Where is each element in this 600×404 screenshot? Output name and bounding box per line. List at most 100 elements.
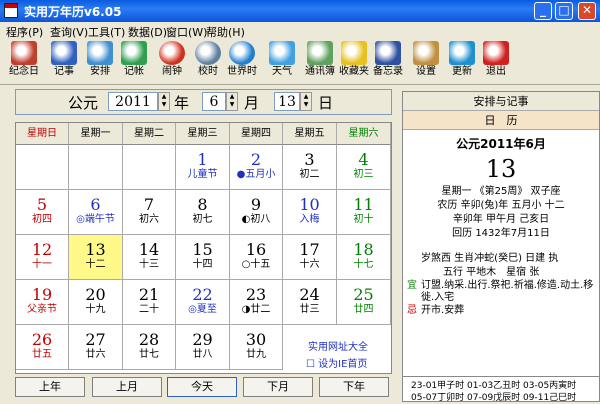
- lunar-label: 廿五: [32, 349, 52, 360]
- day-input[interactable]: 13: [274, 92, 300, 111]
- day-number: 15: [192, 240, 213, 259]
- exit-icon: [483, 41, 509, 65]
- day-cell[interactable]: 27 廿六: [69, 325, 123, 370]
- year-spinner[interactable]: ▲ ▼: [158, 92, 170, 111]
- lunar-label: 二十: [139, 304, 159, 315]
- day-cell[interactable]: 16 ○十五: [230, 235, 283, 280]
- day-cell[interactable]: 1 儿童节: [176, 145, 230, 190]
- day-number: 8: [197, 195, 208, 214]
- day-cell[interactable]: 21 二十: [123, 280, 176, 325]
- settings-icon: [413, 41, 439, 65]
- day-cell[interactable]: 3 初二: [283, 145, 337, 190]
- day-number: 22: [192, 285, 213, 304]
- day-number: 9: [250, 195, 262, 214]
- toolbar-globe-button[interactable]: 世界时: [222, 41, 262, 83]
- day-cell[interactable]: 26 廿五: [16, 325, 69, 370]
- weekday-header: 星期日: [16, 123, 69, 145]
- day-cell[interactable]: 18 十七: [337, 235, 391, 280]
- day-spinner[interactable]: ▲ ▼: [300, 92, 312, 111]
- lunar-label: ◎夏至: [188, 304, 217, 315]
- menu-window[interactable]: 窗口(W): [166, 24, 207, 40]
- day-cell[interactable]: 17 十六: [283, 235, 337, 280]
- tab-calendar[interactable]: 日 历: [403, 111, 599, 130]
- detail-weekday-line: 星期一 《第25周》 双子座: [441, 186, 561, 197]
- detail-ji: 开市.安葬: [421, 305, 465, 316]
- day-cell[interactable]: 19 父亲节: [16, 280, 69, 325]
- day-cell[interactable]: 6 ◎端午节: [69, 190, 123, 235]
- menu-program[interactable]: 程序(P): [6, 24, 43, 40]
- next-month-button[interactable]: 下月: [243, 377, 313, 397]
- day-cell[interactable]: 5 初四: [16, 190, 69, 235]
- day-cell[interactable]: 2 ●五月小: [230, 145, 283, 190]
- day-cell[interactable]: 20 十九: [69, 280, 123, 325]
- menu-tools[interactable]: 工具(T): [88, 24, 125, 40]
- day-cell[interactable]: 4 初三: [337, 145, 391, 190]
- maximize-button[interactable]: □: [555, 2, 573, 20]
- toolbar-label: 退出: [486, 66, 506, 77]
- day-cell[interactable]: 15 十四: [176, 235, 230, 280]
- alarm-clock-icon: [159, 41, 185, 65]
- menu-help[interactable]: 帮助(H): [206, 24, 245, 40]
- toolbar-memo-button[interactable]: 备忘录: [368, 41, 408, 83]
- toolbar-alarm-clock-button[interactable]: 闹钟: [152, 41, 192, 83]
- era-label: 公元: [68, 94, 99, 112]
- day-number: 24: [299, 285, 320, 304]
- day-cell[interactable]: 11 初十: [337, 190, 391, 235]
- year-input[interactable]: 2011: [108, 92, 158, 111]
- day-cell[interactable]: 12 十一: [16, 235, 69, 280]
- detail-heading: 公元2011年6月: [456, 137, 546, 151]
- toolbar-anniversary-button[interactable]: 纪念日: [4, 41, 44, 83]
- day-cell[interactable]: 8 初七: [176, 190, 230, 235]
- minimize-button[interactable]: _: [534, 2, 552, 20]
- year-unit-label: 年: [174, 94, 190, 112]
- notebook-icon: [51, 41, 77, 65]
- menu-data[interactable]: 数据(D): [128, 24, 167, 40]
- ledger-icon: [121, 41, 147, 65]
- detail-day-number: 13: [485, 155, 517, 183]
- day-cell[interactable]: 9 ◐初八: [230, 190, 283, 235]
- day-cell[interactable]: 24 廿三: [283, 280, 337, 325]
- day-number: 7: [143, 195, 155, 214]
- empty-day-cell: [337, 325, 391, 370]
- lunar-label: ◑廿二: [241, 304, 271, 315]
- lunar-label: ◎端午节: [76, 214, 115, 225]
- next-year-button[interactable]: 下年: [319, 377, 389, 397]
- today-button[interactable]: 今天: [167, 377, 237, 397]
- weekday-header: 星期五: [283, 123, 337, 145]
- month-spinner[interactable]: ▲ ▼: [226, 92, 238, 111]
- lunar-label: 初六: [139, 214, 159, 225]
- day-cell[interactable]: 7 初六: [123, 190, 176, 235]
- lunar-label: 廿四: [353, 304, 374, 315]
- month-input[interactable]: 6: [202, 92, 226, 111]
- yi-mark: 宜: [407, 280, 417, 291]
- toolbar-ledger-button[interactable]: 记帐: [114, 41, 154, 83]
- month-calendar-grid: 实用网址大全 ☐ 设为IE首页 星期日 星期一 星期二 星期三 星期四 星期五 星期六 1 儿童…: [15, 122, 392, 374]
- menu-query[interactable]: 查询(V): [50, 24, 88, 40]
- toolbar-weather-button[interactable]: 天气: [262, 41, 302, 83]
- detail-yi: 订盟.纳采.出行.祭祀.祈福.修造.动土.移徙.入宅: [421, 280, 594, 303]
- weekday-header: 星期三: [176, 123, 230, 145]
- lunar-label: 十七: [353, 259, 374, 270]
- prev-month-button[interactable]: 上月: [92, 377, 162, 397]
- day-cell[interactable]: 22 ◎夏至: [176, 280, 230, 325]
- tab-schedule-notes[interactable]: 安排与记事: [403, 92, 599, 111]
- toolbar-settings-button[interactable]: 设置: [406, 41, 446, 83]
- hours-line-2: 05-07丁卯时 07-09戊辰时 09-11己巳时: [411, 393, 577, 403]
- lunar-label: 廿三: [299, 304, 320, 315]
- prev-year-button[interactable]: 上年: [15, 377, 85, 397]
- day-cell[interactable]: 10 入梅: [283, 190, 337, 235]
- day-cell[interactable]: 29 廿八: [176, 325, 230, 370]
- day-cell[interactable]: 13 十二: [69, 235, 123, 280]
- close-button[interactable]: ✕: [578, 2, 596, 20]
- update-icon: [449, 41, 475, 65]
- day-cell[interactable]: 25 廿四: [337, 280, 391, 325]
- day-cell[interactable]: 30 廿九: [230, 325, 283, 370]
- date-picker-bar: 公元 2011 ▲ ▼ 年 6 ▲ ▼ 月 13 ▲ ▼ 日: [15, 89, 392, 115]
- toolbar-exit-button[interactable]: 退出: [476, 41, 516, 83]
- day-cell[interactable]: 14 十三: [123, 235, 176, 280]
- day-cell[interactable]: 28 廿七: [123, 325, 176, 370]
- detail-hijri-line: 回历 1432年7月11日: [452, 228, 550, 239]
- toolbar-notebook-button[interactable]: 记事: [44, 41, 84, 83]
- day-cell[interactable]: 23 ◑廿二: [230, 280, 283, 325]
- toolbar-label: 记帐: [124, 66, 144, 77]
